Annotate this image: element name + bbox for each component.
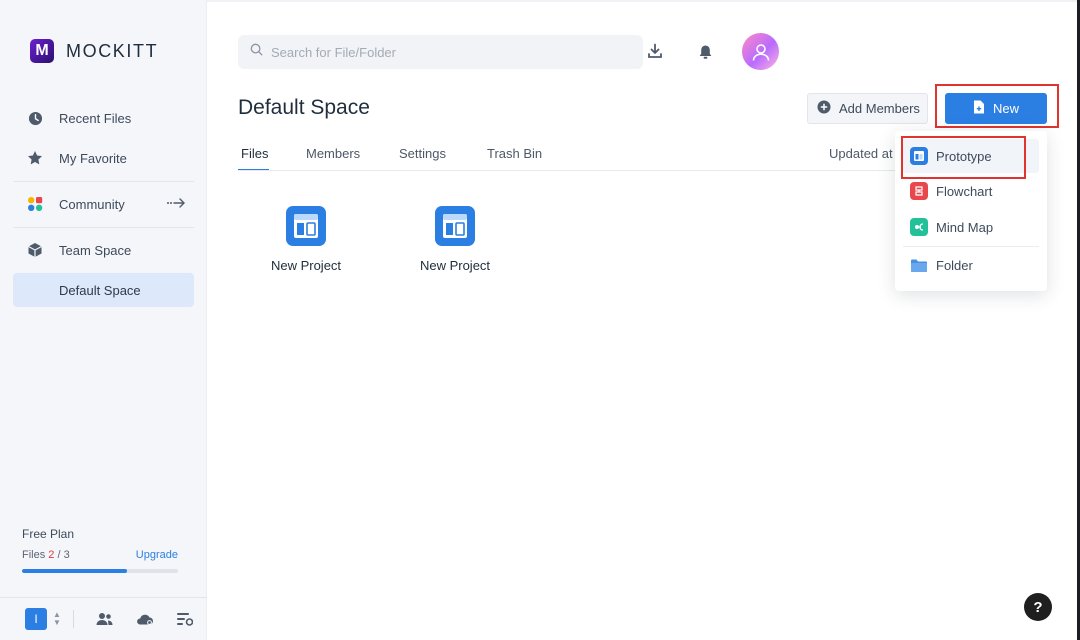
sidebar-divider (13, 227, 194, 228)
sort-updated-at[interactable]: Updated at (829, 146, 893, 161)
menu-item-label: Folder (936, 257, 973, 273)
plan-info: Free Plan Files 2 / 3 Upgrade (22, 527, 178, 573)
list-settings-icon[interactable] (176, 610, 194, 628)
files-progress-fill (22, 569, 127, 573)
star-icon (27, 150, 43, 166)
search-input[interactable] (271, 44, 631, 60)
new-button[interactable]: New (945, 93, 1047, 124)
new-button-label: New (992, 101, 1019, 116)
sidebar-item-default-space[interactable]: Default Space (13, 273, 194, 307)
sidebar-item-my-favorite[interactable]: My Favorite (13, 141, 194, 175)
menu-item-mind-map[interactable]: Mind Map (903, 210, 1039, 244)
tab-files[interactable]: Files (241, 146, 268, 161)
new-file-icon (973, 100, 985, 117)
tab-settings[interactable]: Settings (399, 146, 446, 161)
plus-circle-icon (817, 100, 831, 117)
sidebar-item-label: Recent Files (59, 110, 132, 126)
folder-icon (910, 256, 928, 274)
bottom-separator (72, 610, 74, 628)
menu-item-prototype[interactable]: Prototype (903, 139, 1039, 173)
project-name: New Project (419, 258, 491, 273)
sidebar-divider (13, 181, 194, 182)
tab-members[interactable]: Members (306, 146, 360, 161)
sidebar-item-label: Team Space (59, 242, 132, 258)
updown-icon[interactable]: ▲ ▼ (53, 611, 61, 627)
page-title: Default Space (238, 96, 370, 119)
cloud-settings-icon[interactable] (136, 610, 154, 628)
files-separator: / (54, 549, 64, 561)
user-icon (752, 43, 769, 61)
plan-title: Free Plan (22, 527, 75, 541)
sidebar-bottom-bar: I ▲ ▼ (0, 597, 207, 640)
download-icon[interactable] (645, 41, 665, 61)
add-members-button[interactable]: Add Members (807, 93, 928, 124)
project-card[interactable]: New Project (400, 206, 510, 273)
add-members-label: Add Members (839, 101, 920, 116)
app-name: MOCKITT (66, 40, 159, 61)
new-dropdown-menu: Prototype Flowchart Mind Map Folder (895, 131, 1047, 291)
upgrade-link[interactable]: Upgrade (136, 549, 178, 561)
logo-mark: M (30, 39, 54, 63)
files-usage: Files 2 / 3 (22, 549, 70, 561)
sidebar-item-label: My Favorite (59, 150, 127, 166)
cube-icon (27, 242, 43, 258)
sidebar-item-recent-files[interactable]: Recent Files (13, 101, 194, 135)
menu-item-label: Prototype (936, 148, 992, 164)
menu-item-folder[interactable]: Folder (903, 248, 1039, 282)
clock-icon (27, 110, 43, 126)
files-total: 3 (63, 549, 70, 561)
search-bar[interactable] (238, 35, 643, 69)
menu-item-label: Mind Map (936, 219, 994, 235)
project-name: New Project (270, 258, 342, 273)
flowchart-icon (910, 182, 928, 200)
files-progress-bar (22, 569, 178, 573)
menu-item-flowchart[interactable]: Flowchart (903, 174, 1039, 208)
team-switcher[interactable]: I (25, 608, 47, 630)
sidebar-item-community[interactable]: Community (13, 187, 194, 221)
project-card[interactable]: New Project (251, 206, 361, 273)
user-avatar[interactable] (742, 33, 779, 70)
menu-item-label: Flowchart (936, 183, 993, 199)
app-logo[interactable]: M MOCKITT (30, 39, 158, 63)
sidebar-item-label: Default Space (59, 282, 141, 298)
prototype-project-icon (435, 206, 475, 246)
tab-trash-bin[interactable]: Trash Bin (487, 146, 542, 161)
sidebar-item-team-space[interactable]: Team Space (13, 233, 194, 267)
community-icon (27, 196, 43, 212)
top-border (207, 0, 1080, 2)
sidebar-item-label: Community (59, 196, 125, 212)
menu-divider (903, 246, 1039, 247)
search-icon (250, 43, 263, 61)
members-icon[interactable] (96, 610, 114, 628)
help-button[interactable]: ? (1024, 593, 1052, 621)
mind-map-icon (910, 218, 928, 236)
prototype-icon (910, 147, 928, 165)
prototype-project-icon (286, 206, 326, 246)
bell-icon[interactable] (695, 42, 715, 62)
tabs-divider (238, 170, 898, 171)
arrow-right-icon (166, 196, 186, 213)
sidebar: M MOCKITT Recent Files My Favorite Commu… (0, 0, 207, 640)
